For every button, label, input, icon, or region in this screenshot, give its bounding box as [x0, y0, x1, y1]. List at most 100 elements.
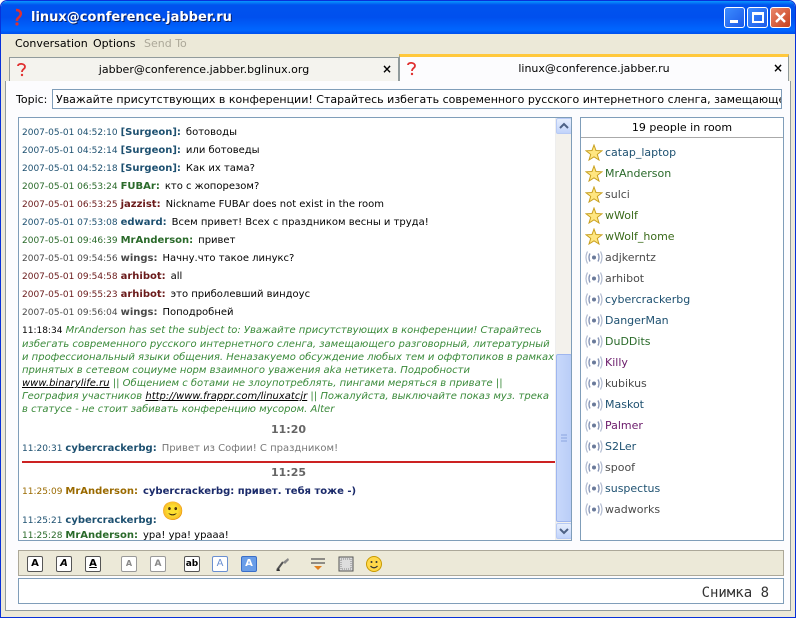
tab-linux-jabber-ru[interactable]: linux@conference.jabber.ru ×	[399, 54, 789, 81]
chat-message: 2007-05-01 06:53:24 FUBAr: кто с жопорезом…	[22, 178, 555, 196]
message-nick: MrAnderson:	[120, 235, 194, 246]
scroll-down-button[interactable]	[556, 523, 571, 539]
chat-message: 11:20:31 cybercrackerbg: Привет из Софии! …	[22, 440, 555, 458]
moderator-star-icon	[585, 228, 603, 245]
topic-field[interactable]: Уважайте присутствующих в конференции! С…	[52, 89, 782, 109]
message-text: привет	[198, 235, 236, 246]
foreground-color-button[interactable]: A	[212, 556, 228, 572]
roster-item[interactable]: sulci	[583, 184, 781, 205]
message-nick: MrAnderson:	[65, 530, 138, 541]
message-timestamp: 2007-05-01 09:56:04	[22, 308, 118, 318]
menu-send-to[interactable]: Send To	[144, 37, 187, 50]
insert-image-icon[interactable]	[337, 555, 355, 573]
smiley-icon[interactable]	[365, 555, 383, 573]
bold-button[interactable]: A	[27, 556, 43, 572]
font-face-button[interactable]: ab	[184, 556, 200, 572]
roster-item[interactable]: S2Ler	[583, 436, 781, 457]
increase-font-button[interactable]: A	[150, 556, 166, 572]
roster-item[interactable]: Palmer	[583, 415, 781, 436]
italic-icon: A	[60, 558, 68, 569]
roster-item-name: Maskot	[605, 398, 644, 411]
message-nick: cybercrackerbg:	[65, 515, 157, 526]
menu-conversation[interactable]: Conversation	[15, 37, 88, 50]
roster-item[interactable]: Killy	[583, 352, 781, 373]
menu-options[interactable]: Options	[93, 37, 135, 50]
font-face-icon: ab	[185, 559, 199, 569]
minimize-button[interactable]	[724, 7, 745, 28]
insert-rule-icon[interactable]	[309, 555, 327, 573]
underline-icon: A	[89, 558, 97, 569]
roster-item[interactable]: adjkerntz	[583, 247, 781, 268]
message-nick: arhibot:	[120, 289, 166, 300]
tab-label: linux@conference.jabber.ru	[518, 62, 670, 75]
participant-signal-icon	[585, 272, 603, 285]
roster-item-name: wWolf	[605, 209, 638, 222]
chat-message: 2007-05-01 09:56:04 wings: Поподробней	[22, 304, 555, 322]
roster-item[interactable]: Maskot	[583, 394, 781, 415]
message-nick: arhibot:	[120, 271, 166, 282]
chat-log-view[interactable]: 2007-05-01 04:52:10 [Surgeon]: ботоводы 20…	[18, 117, 572, 541]
roster-item[interactable]: wWolf_home	[583, 226, 781, 247]
underline-button[interactable]: A	[85, 556, 101, 572]
participant-signal-icon	[585, 461, 603, 474]
close-button[interactable]	[770, 7, 791, 28]
roster-item-name: wWolf_home	[605, 230, 675, 243]
time-separator: 11:20	[270, 423, 306, 436]
roster-item[interactable]: arhibot	[583, 268, 781, 289]
message-timestamp: 11:25:21	[22, 516, 63, 526]
message-nick: [Surgeon]:	[120, 127, 181, 138]
grip-icon	[561, 434, 567, 442]
tab-label: jabber@conference.jabber.bglinux.org	[98, 63, 310, 76]
tab-close-icon[interactable]: ×	[382, 62, 392, 76]
roster-item-name: sulci	[605, 188, 630, 201]
chat-log: 2007-05-01 04:52:10 [Surgeon]: ботоводы 20…	[19, 118, 557, 540]
roster-item[interactable]: DuDDits	[583, 331, 781, 352]
decrease-font-button[interactable]: A	[121, 556, 137, 572]
message-text: ура! ура! урааа!	[142, 530, 229, 541]
chat-message: 2007-05-01 04:52:14 [Surgeon]: или ботовед…	[22, 142, 555, 160]
chat-message: 2007-05-01 06:53:25 jazzist: Nickname FUBA…	[22, 196, 555, 214]
clear-formatting-icon[interactable]	[274, 555, 292, 573]
roster-item[interactable]: wWolf	[583, 205, 781, 226]
roster-item[interactable]: suspectus	[583, 478, 781, 499]
message-nick: [Surgeon]:	[120, 163, 181, 174]
chat-message: 11:25:09 MrAnderson: cybercrackerbg: приве…	[22, 483, 555, 501]
scroll-up-button[interactable]	[556, 118, 571, 134]
message-timestamp: 2007-05-01 09:46:39	[22, 236, 118, 246]
minimize-icon	[730, 20, 738, 23]
topic-label: Topic:	[16, 93, 48, 106]
roster-item[interactable]: kubikus	[583, 373, 781, 394]
title-bar[interactable]: linux@conference.jabber.ru	[1, 1, 795, 34]
text-color-icon: A	[216, 558, 224, 569]
participant-signal-icon	[585, 377, 603, 390]
roster-item[interactable]: DangerMan	[583, 310, 781, 331]
tab-close-icon[interactable]: ×	[773, 61, 783, 75]
chat-scrollbar[interactable]	[555, 118, 571, 540]
bold-icon: A	[31, 558, 39, 569]
message-nick: cybercrackerbg:	[65, 443, 157, 454]
roster-item-name: S2Ler	[605, 440, 637, 453]
message-timestamp: 2007-05-01 04:52:14	[22, 146, 118, 156]
roster-item[interactable]: wadworks	[583, 499, 781, 520]
message-input[interactable]: Снимка 8	[18, 578, 784, 604]
moderator-star-icon	[585, 144, 603, 161]
roster-item[interactable]: catap_laptop	[583, 142, 781, 163]
participant-signal-icon	[585, 356, 603, 369]
formatting-toolbar: A A A A A ab A A	[18, 550, 784, 576]
subject-link[interactable]: www.binarylife.ru	[22, 378, 110, 389]
decrease-font-icon: A	[125, 559, 133, 568]
roster-item[interactable]: spoof	[583, 457, 781, 478]
message-nick: wings:	[120, 253, 158, 264]
roster-item[interactable]: cybercrackerbg	[583, 289, 781, 310]
chat-message: 2007-05-01 04:52:10 [Surgeon]: ботоводы	[22, 124, 555, 142]
scroll-thumb[interactable]	[556, 354, 571, 522]
maximize-button[interactable]	[747, 7, 768, 28]
tab-jabber-bglinux[interactable]: jabber@conference.jabber.bglinux.org ×	[9, 57, 399, 81]
background-color-button[interactable]: A	[241, 556, 257, 572]
roster-header: 19 people in room	[581, 118, 783, 138]
subject-link[interactable]: http://www.frappr.com/linuxatcjr	[145, 391, 307, 402]
roster-item-name: arhibot	[605, 272, 645, 285]
italic-button[interactable]: A	[56, 556, 72, 572]
roster-item[interactable]: MrAnderson	[583, 163, 781, 184]
message-text: all	[170, 271, 183, 282]
